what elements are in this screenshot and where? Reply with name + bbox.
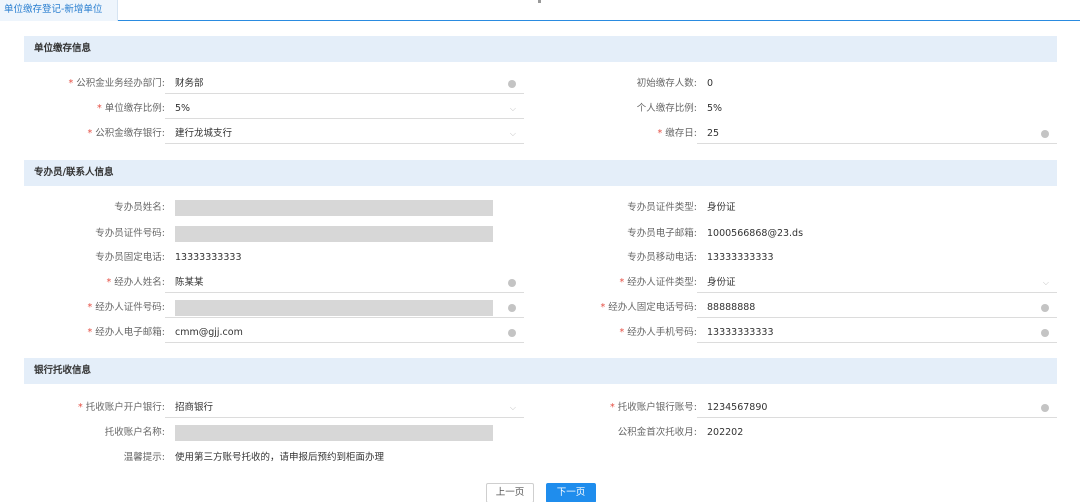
tab-unit-register[interactable]: 单位缴存登记-新增单位: [0, 0, 118, 21]
agent-id-no-label: 专办员证件号码:: [95, 228, 165, 239]
unit-ratio-label: * 单位缴存比例:: [97, 103, 165, 114]
init-count-value: 0: [707, 78, 714, 89]
day-input[interactable]: 25: [697, 124, 1057, 144]
tab-label: 单位缴存登记-新增单位: [4, 4, 103, 15]
prev-page-button[interactable]: 上一页: [486, 483, 534, 502]
chevron-down-icon: ⌵: [509, 403, 516, 412]
agent-mobile-label: 专办员移动电话:: [627, 252, 697, 263]
handler-id-type-select[interactable]: 身份证 ⌵: [697, 273, 1057, 293]
tip-label: 温馨提示:: [123, 452, 165, 463]
clear-icon[interactable]: [508, 329, 516, 337]
required-mark: *: [68, 78, 74, 89]
handler-fixed-label: * 经办人固定电话号码:: [600, 302, 697, 313]
chevron-down-icon: ⌵: [509, 104, 516, 113]
account-name-label: 托收账户名称:: [104, 427, 165, 438]
first-month-value: 202202: [707, 427, 744, 438]
open-bank-label: * 托收账户开户银行:: [78, 402, 165, 413]
bank-label: * 公积金缴存银行:: [87, 128, 165, 139]
agent-name-label: 专办员姓名:: [114, 202, 165, 213]
handler-id-type-label: * 经办人证件类型:: [619, 277, 697, 288]
init-count-label: 初始缴存人数:: [636, 78, 697, 89]
tip-text: 使用第三方账号托收的，请申报后预约到柜面办理: [175, 452, 385, 463]
agent-id-no-redacted: [175, 226, 493, 242]
unit-ratio-select[interactable]: 5% ⌵: [165, 99, 524, 119]
next-page-button[interactable]: 下一页: [546, 483, 596, 502]
dept-label: * 公积金业务经办部门:: [68, 78, 165, 89]
dept-input[interactable]: 财务部: [165, 74, 524, 94]
handler-name-input[interactable]: 陈某某: [165, 273, 524, 293]
agent-id-type-value: 身份证: [707, 202, 736, 213]
clear-icon[interactable]: [1041, 304, 1049, 312]
top-marker: [538, 0, 541, 3]
agent-mobile-value: 13333333333: [707, 252, 774, 263]
personal-ratio-label: 个人缴存比例:: [636, 103, 697, 114]
handler-mobile-input[interactable]: 13333333333: [697, 323, 1057, 343]
handler-id-no-redacted: [175, 300, 493, 316]
section-contact-header: 专办员/联系人信息: [24, 160, 1057, 186]
agent-name-redacted: [175, 200, 493, 216]
tab-bar: 单位缴存登记-新增单位: [0, 0, 1080, 21]
section-unit-header: 单位缴存信息: [24, 36, 1057, 62]
handler-name-label: * 经办人姓名:: [106, 277, 165, 288]
open-bank-select[interactable]: 招商银行 ⌵: [165, 398, 524, 418]
handler-mobile-label: * 经办人手机号码:: [619, 327, 697, 338]
clear-icon[interactable]: [508, 279, 516, 287]
agent-email-value: 1000566868@23.ds: [707, 228, 804, 239]
chevron-down-icon: ⌵: [509, 129, 516, 138]
handler-email-input[interactable]: cmm@gjj.com: [165, 323, 524, 343]
account-no-label: * 托收账户银行账号:: [610, 402, 697, 413]
handler-fixed-input[interactable]: 88888888: [697, 298, 1057, 318]
chevron-down-icon: ⌵: [1042, 278, 1049, 287]
agent-fixed-label: 专办员固定电话:: [95, 252, 165, 263]
clear-icon[interactable]: [1041, 329, 1049, 337]
agent-id-type-label: 专办员证件类型:: [627, 202, 697, 213]
clear-icon[interactable]: [1041, 130, 1049, 138]
agent-email-label: 专办员电子邮箱:: [627, 228, 697, 239]
clear-icon[interactable]: [1041, 404, 1049, 412]
clear-icon[interactable]: [508, 304, 516, 312]
agent-fixed-value: 13333333333: [175, 252, 242, 263]
section-bank-header: 银行托收信息: [24, 358, 1057, 384]
clear-icon[interactable]: [508, 80, 516, 88]
account-no-input[interactable]: 1234567890: [697, 398, 1057, 418]
bank-select[interactable]: 建行龙城支行 ⌵: [165, 124, 524, 144]
handler-id-no-label: * 经办人证件号码:: [87, 302, 165, 313]
handler-id-no-input[interactable]: [165, 298, 524, 318]
day-label: * 缴存日:: [657, 128, 697, 139]
account-name-redacted: [175, 425, 493, 441]
first-month-label: 公积金首次托收月:: [617, 427, 697, 438]
handler-email-label: * 经办人电子邮箱:: [87, 327, 165, 338]
personal-ratio-value: 5%: [707, 103, 723, 114]
